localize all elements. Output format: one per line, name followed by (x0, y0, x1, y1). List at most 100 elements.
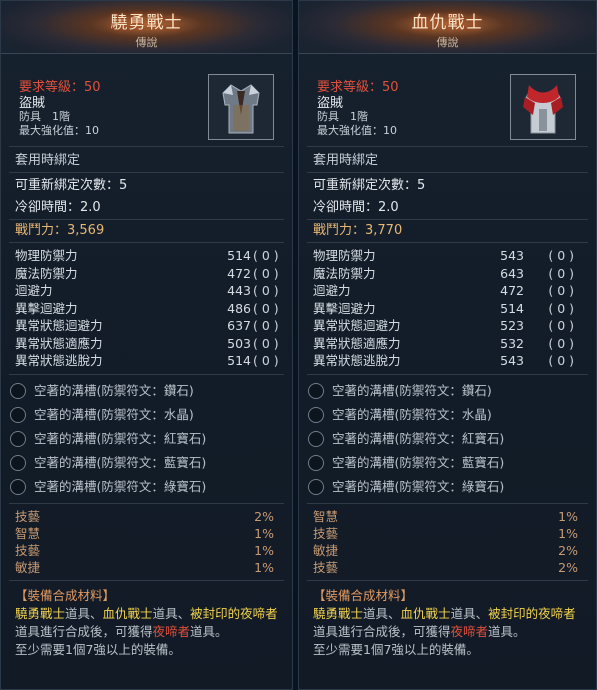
socket-ring-icon (10, 430, 26, 447)
socket-list: 空著的溝槽(防禦符文：鑽石) 空著的溝槽(防禦符文：水晶) 空著的溝槽(防禦符文… (299, 375, 596, 503)
empty-socket: 空著的溝槽(防禦符文：綠寶石) (299, 475, 596, 499)
material-item-1: 驍勇戰士 (15, 605, 66, 621)
divider (9, 146, 284, 147)
stat-label: 異常狀態適應力 (15, 335, 103, 351)
item-name: 血仇戰士 (411, 13, 484, 33)
socket-label: 空著的溝槽(防禦符文：藍寶石) (34, 454, 207, 470)
option-label: 技藝 (313, 559, 339, 575)
stat-row: 異擊迴避力 486( 0 ) (1, 300, 292, 318)
empty-socket: 空著的溝槽(防禦符文：水晶) (299, 403, 596, 427)
stat-bonus: ( 0 ) (253, 353, 279, 368)
socket-label: 空著的溝槽(防禦符文：紅寶石) (332, 430, 505, 446)
crafting-requirement: 至少需要1個7強以上的裝備。 (15, 641, 181, 657)
stat-bonus: ( 0 ) (253, 265, 279, 281)
crafting-text: 道具進行合成後，可獲得 (313, 623, 451, 639)
option-label: 技藝 (15, 542, 41, 558)
stat-row: 魔法防禦力 643 ( 0 ) (299, 265, 596, 283)
random-option: 智慧 1% (299, 508, 596, 525)
stat-label: 異常狀態迴避力 (313, 318, 401, 333)
random-option-list: 智慧 1% 技藝 1% 敏捷 2% 技藝 2% (299, 504, 596, 580)
crafting-materials: 【裝備合成材料】 驍勇戰士道具、血仇戰士道具、被封印的夜啼者道具進行合成後，可獲… (1, 581, 292, 659)
bind-status: 套用時綁定 (313, 153, 379, 168)
option-percent: 2% (558, 559, 578, 575)
divider (307, 172, 588, 173)
stat-value: 514 (227, 248, 251, 263)
crafting-title: 【裝備合成材料】 (313, 587, 414, 603)
random-option: 技藝 1% (1, 542, 292, 559)
stat-value: 532 (500, 335, 524, 351)
armor-thumbnail-icon (208, 74, 274, 140)
stat-label: 迴避力 (313, 283, 351, 298)
random-option: 技藝 2% (1, 508, 292, 525)
stat-list: 物理防禦力 543( 0 ) 魔法防禦力 643( 0 ) 迴避力 472( 0 ) … (299, 243, 596, 374)
stat-bonus: ( 0 ) (548, 248, 574, 263)
word-item: 道具 (65, 605, 91, 621)
socket-label: 空著的溝槽(防禦符文：鑽石) (34, 382, 194, 398)
socket-ring-icon (10, 454, 26, 471)
stat-label: 異擊迴避力 (15, 300, 78, 316)
socket-label: 空著的溝槽(防禦符文：水晶) (34, 406, 194, 422)
socket-label: 空著的溝槽(防禦符文：綠寶石) (34, 478, 207, 494)
stat-row: 魔法防禦力 472( 0 ) (1, 265, 292, 283)
stat-label: 物理防禦力 (313, 248, 376, 263)
socket-ring-icon (308, 454, 324, 471)
random-option: 智慧 1% (1, 525, 292, 542)
socket-label: 空著的溝槽(防禦符文：水晶) (332, 406, 492, 422)
option-label: 敏捷 (313, 542, 339, 558)
option-percent: 1% (254, 542, 274, 558)
crafting-text-end: 道具。 (488, 623, 526, 639)
stat-bonus: ( 0 ) (253, 335, 279, 351)
stat-bonus: ( 0 ) (548, 265, 574, 281)
stat-value: 503 (227, 335, 251, 351)
stat-bonus: ( 0 ) (253, 318, 279, 333)
stat-label: 異常狀態適應力 (313, 335, 401, 351)
socket-label: 空著的溝槽(防禦符文：藍寶石) (332, 454, 505, 470)
word-item: 道具 (152, 605, 178, 621)
stat-label: 物理防禦力 (15, 248, 78, 263)
stat-row: 異常狀態適應力 503( 0 ) (1, 335, 292, 353)
empty-socket: 空著的溝槽(防禦符文：紅寶石) (299, 427, 596, 451)
stat-row: 迴避力 472 ( 0 ) (299, 282, 596, 300)
stat-label: 異常狀態逃脫力 (313, 353, 401, 368)
item-info: 要求等級：50 盜賊 防具 1階 最大強化值：10 (299, 54, 596, 146)
crafting-description: 驍勇戰士道具、血仇戰士道具、被封印的夜啼者道具進行合成後，可獲得夜啼者道具。 (313, 605, 582, 641)
divider (9, 172, 284, 173)
combat-power: 戰鬥力：3,569 (15, 223, 105, 238)
socket-ring-icon (10, 382, 26, 399)
material-sealed: 被封印的夜啼者 (488, 605, 576, 621)
armor-thumbnail-icon (510, 74, 576, 140)
stat-value: 523 (500, 318, 524, 333)
stat-row: 異擊迴避力 514 ( 0 ) (299, 300, 596, 318)
tooltip-panel-right: 血仇戰士 傳說 要求等級：50 盜賊 防具 1階 最大強化值：10 套用時綁定 … (298, 0, 597, 690)
rebind-count: 可重新綁定次數：5 (313, 178, 426, 193)
crafting-text: 道具進行合成後，可獲得 (15, 623, 153, 639)
separator: 、 (177, 605, 191, 621)
socket-ring-icon (308, 430, 324, 447)
separator: 、 (90, 605, 103, 621)
word-item: 道具 (363, 605, 389, 621)
option-label: 技藝 (15, 508, 41, 524)
material-item-1: 驍勇戰士 (313, 605, 364, 621)
item-grade: 傳說 (436, 36, 459, 49)
stat-label: 異擊迴避力 (313, 300, 376, 316)
socket-list: 空著的溝槽(防禦符文：鑽石) 空著的溝槽(防禦符文：水晶) 空著的溝槽(防禦符文… (1, 375, 292, 503)
max-enhance: 最大強化值：10 (19, 124, 99, 137)
cooldown: 冷卻時間：2.0 (313, 200, 399, 215)
option-percent: 2% (558, 542, 578, 558)
option-percent: 1% (254, 559, 274, 575)
option-percent: 2% (254, 508, 274, 524)
option-label: 技藝 (313, 525, 339, 541)
empty-socket: 空著的溝槽(防禦符文：水晶) (1, 403, 292, 427)
stat-bonus: ( 0 ) (548, 283, 574, 298)
empty-socket: 空著的溝槽(防禦符文：綠寶石) (1, 475, 292, 499)
random-option: 技藝 1% (299, 525, 596, 542)
random-option: 技藝 2% (299, 559, 596, 576)
stat-row: 物理防禦力 543 ( 0 ) (299, 247, 596, 265)
separator: 、 (388, 605, 401, 621)
stat-row: 迴避力 443( 0 ) (1, 282, 292, 300)
socket-ring-icon (10, 478, 26, 495)
crafting-materials: 【裝備合成材料】 驍勇戰士道具、血仇戰士道具、被封印的夜啼者道具進行合成後，可獲… (299, 581, 596, 659)
material-item-2: 血仇戰士 (102, 605, 153, 621)
random-option: 敏捷 1% (1, 559, 292, 576)
stat-bonus: ( 0 ) (253, 283, 279, 298)
